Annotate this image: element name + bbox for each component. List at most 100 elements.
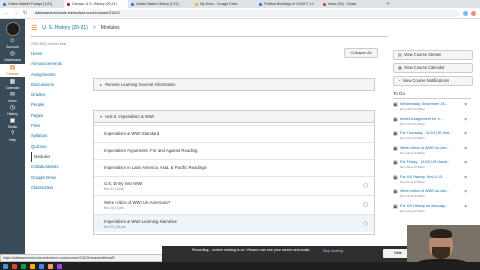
drag-handle-icon[interactable]: ⋮⋮ bbox=[97, 165, 105, 170]
module-item-title[interactable]: Imperialism & WWI Learning Narrative bbox=[104, 219, 177, 224]
course-nav-quizzes[interactable]: Quizzes bbox=[31, 142, 87, 152]
todo-item[interactable]: ▣ For US History, Nov 9-13 Nov 21 at 11:59… bbox=[393, 175, 473, 187]
course-nav-discussions[interactable]: Discussions bbox=[31, 80, 87, 90]
module-item-title[interactable]: U.S. Entry Into WWI bbox=[104, 181, 142, 186]
app-icon[interactable] bbox=[57, 263, 62, 269]
browser-tab[interactable]: Canvas: U.S. History (20-21) bbox=[64, 0, 128, 8]
view-course-notifications-button[interactable]: ◔ View Course Notifications bbox=[393, 76, 473, 86]
global-nav-courses[interactable]: ▤ Courses bbox=[0, 64, 25, 77]
course-nav-modules[interactable]: Modules bbox=[31, 151, 87, 163]
dismiss-icon[interactable]: × bbox=[464, 189, 467, 195]
dismiss-icon[interactable]: × bbox=[464, 175, 467, 181]
browser-tab[interactable]: Political Buildings of CUNYT 1:1 bbox=[256, 0, 320, 8]
todo-title[interactable]: For US History on Monday... bbox=[400, 204, 460, 208]
app-icon[interactable] bbox=[39, 263, 44, 269]
view-course-stream-button[interactable]: ▤ View Course Stream bbox=[393, 50, 473, 60]
dismiss-icon[interactable]: × bbox=[464, 146, 467, 152]
todo-title[interactable]: Were critics of WWI Un-Am... bbox=[400, 189, 460, 193]
reload-icon[interactable]: ↻ bbox=[22, 10, 28, 16]
todo-title[interactable]: For US History, Nov 9-13 bbox=[400, 175, 460, 179]
todo-item[interactable]: ▣ For Friday - 11/20 US Histor... Nov 20 a… bbox=[393, 160, 473, 172]
todo-title[interactable]: For Friday - 11/20 US Histor... bbox=[400, 160, 460, 164]
chrome-icon[interactable] bbox=[12, 263, 17, 269]
global-nav-history[interactable]: ◷ History bbox=[0, 105, 25, 116]
view-course-calendar-button[interactable]: ▦ View Course Calendar bbox=[393, 63, 473, 73]
course-nav-assignments[interactable]: Assignments bbox=[31, 70, 87, 80]
extension-icon[interactable] bbox=[463, 10, 468, 16]
windows-start-icon[interactable] bbox=[3, 263, 8, 269]
todo-item[interactable]: ▣ #urtell Assignment for e... Nov 19 at 11… bbox=[393, 117, 473, 129]
todo-item[interactable]: ▣ For Thursday - 11/19 US Hist... Nov 19 a… bbox=[393, 131, 473, 143]
drag-handle-icon[interactable]: ⋮⋮ bbox=[97, 221, 105, 226]
module-unit-5[interactable]: ▾ Unit 5: Imperialism & WWI bbox=[93, 110, 375, 123]
browser-tab[interactable]: Inbox (53) - Gmail bbox=[320, 0, 384, 8]
module-item[interactable]: ⋮⋮ Imperialism Arguments: For and Against… bbox=[94, 142, 374, 158]
app-icon[interactable] bbox=[48, 263, 53, 269]
todo-title[interactable]: For Thursday - 11/19 US Hist... bbox=[400, 131, 460, 135]
drag-handle-icon[interactable]: ⋮⋮ bbox=[97, 183, 105, 188]
drag-handle-icon[interactable]: ⋮⋮ bbox=[97, 148, 105, 153]
todo-title[interactable]: #urtell Assignment for e... bbox=[400, 117, 460, 121]
new-tab-icon[interactable]: + bbox=[384, 0, 392, 8]
todo-item[interactable]: ▣ Were critics of WWI Un-Am... Nov 16 at 1… bbox=[393, 146, 473, 158]
stop-sharing-button[interactable]: Stop sharing bbox=[323, 249, 359, 254]
dismiss-icon[interactable]: × bbox=[464, 117, 467, 123]
collapse-all-button[interactable]: Collapse All bbox=[344, 48, 378, 58]
module-item[interactable]: ⋮⋮ Imperialism in Latin America, Asia, & … bbox=[94, 159, 374, 175]
global-nav-calendar[interactable]: ▦ Calendar bbox=[0, 79, 25, 90]
dismiss-icon[interactable]: × bbox=[464, 102, 467, 108]
school-logo[interactable] bbox=[5, 22, 20, 36]
dismiss-icon[interactable]: × bbox=[464, 160, 467, 166]
url-field[interactable]: dalewarnerschools.instructure.com/course… bbox=[31, 9, 460, 17]
global-nav-label: Calendar bbox=[5, 86, 20, 90]
module-item-title[interactable]: Were critics of WWI Un-American? bbox=[104, 200, 170, 205]
course-nav-google-drive[interactable]: Google Drive bbox=[31, 173, 87, 183]
module-item-title[interactable]: Imperialism & WWI Standard bbox=[104, 131, 159, 136]
global-nav-account[interactable]: ☺ Account bbox=[0, 38, 25, 49]
menu-toggle-icon[interactable]: ☰ bbox=[31, 24, 37, 32]
todo-title[interactable]: Were critics of WWI Un-Am... bbox=[400, 146, 460, 150]
profile-avatar[interactable] bbox=[471, 10, 476, 16]
todo-title[interactable]: Wednesday, November 18... bbox=[400, 102, 460, 106]
dismiss-icon[interactable]: × bbox=[464, 204, 467, 210]
breadcrumb-course-link[interactable]: U. S. History (20-21) bbox=[42, 25, 88, 31]
course-nav-pages[interactable]: Pages bbox=[31, 111, 87, 121]
course-nav-announcements[interactable]: Announcements bbox=[31, 59, 87, 69]
browser-tab[interactable]: My Drive - Google Drive bbox=[192, 0, 256, 8]
term-label: 2020-2021 School Year bbox=[31, 42, 67, 46]
course-nav-grades[interactable]: Grades bbox=[31, 90, 87, 100]
course-nav-people[interactable]: People bbox=[31, 100, 87, 110]
todo-item[interactable]: ▣ Wednesday, November 18... Nov 18 at 11:5… bbox=[393, 102, 473, 114]
course-nav-home[interactable]: Home bbox=[31, 49, 87, 59]
course-nav-syllabus[interactable]: Syllabus bbox=[31, 131, 87, 141]
forward-icon[interactable]: → bbox=[13, 10, 19, 16]
module-item[interactable]: ⋮⋮ Imperialism & WWI Learning Narrative No… bbox=[94, 214, 374, 232]
back-icon[interactable]: ← bbox=[4, 10, 10, 16]
module-item-title[interactable]: Imperialism in Latin America, Asia, & Pa… bbox=[104, 165, 207, 170]
account-icon: ☺ bbox=[9, 38, 16, 44]
course-nav-files[interactable]: Files bbox=[31, 121, 87, 131]
todo-item[interactable]: ▣ For US History on Monday... Nov 23 at 11… bbox=[393, 204, 473, 216]
todo-item[interactable]: ▣ Were critics of WWI Un-Am... Nov 16 at 1… bbox=[393, 189, 473, 201]
app-icon[interactable] bbox=[21, 263, 26, 269]
browser-tab[interactable]: Online Market Fridays [1/21] bbox=[0, 0, 64, 8]
assignment-icon: ▣ bbox=[393, 160, 398, 166]
drag-handle-icon[interactable]: ⋮⋮ bbox=[97, 131, 105, 136]
dismiss-icon[interactable]: × bbox=[464, 131, 467, 137]
folder-icon[interactable] bbox=[30, 263, 35, 269]
global-nav-help[interactable]: ? Help bbox=[0, 131, 25, 142]
drag-handle-icon[interactable]: ⋮⋮ bbox=[97, 202, 105, 207]
course-nav-collaborations[interactable]: Collaborations bbox=[31, 162, 87, 172]
todo-due-date: Nov 20 at 11:59pm bbox=[400, 165, 426, 169]
module-item[interactable]: ⋮⋮ U.S. Entry Into WWI Nov 21 | 5 pts bbox=[94, 176, 374, 194]
global-nav-studio[interactable]: ▣ Studio bbox=[0, 118, 25, 129]
browser-tab[interactable]: United States History [1/21] bbox=[128, 0, 192, 8]
global-nav-dashboard[interactable]: ◎ Dashboard bbox=[0, 51, 25, 62]
global-nav-inbox[interactable]: ✉ Inbox bbox=[0, 92, 25, 103]
module-item-text: U.S. Entry Into WWI Nov 21 | 5 pts bbox=[104, 181, 142, 191]
module-item[interactable]: ⋮⋮ Were critics of WWI Un-American? Nov 16… bbox=[94, 195, 374, 213]
course-nav-classlinker[interactable]: ClassLinker bbox=[31, 183, 87, 193]
module-item[interactable]: ⋮⋮ Imperialism & WWI Standard bbox=[94, 125, 374, 141]
module-item-title[interactable]: Imperialism Arguments: For and Against R… bbox=[104, 148, 197, 153]
module-remote-learning[interactable]: ▸ Remote Learning General Information bbox=[93, 78, 375, 91]
